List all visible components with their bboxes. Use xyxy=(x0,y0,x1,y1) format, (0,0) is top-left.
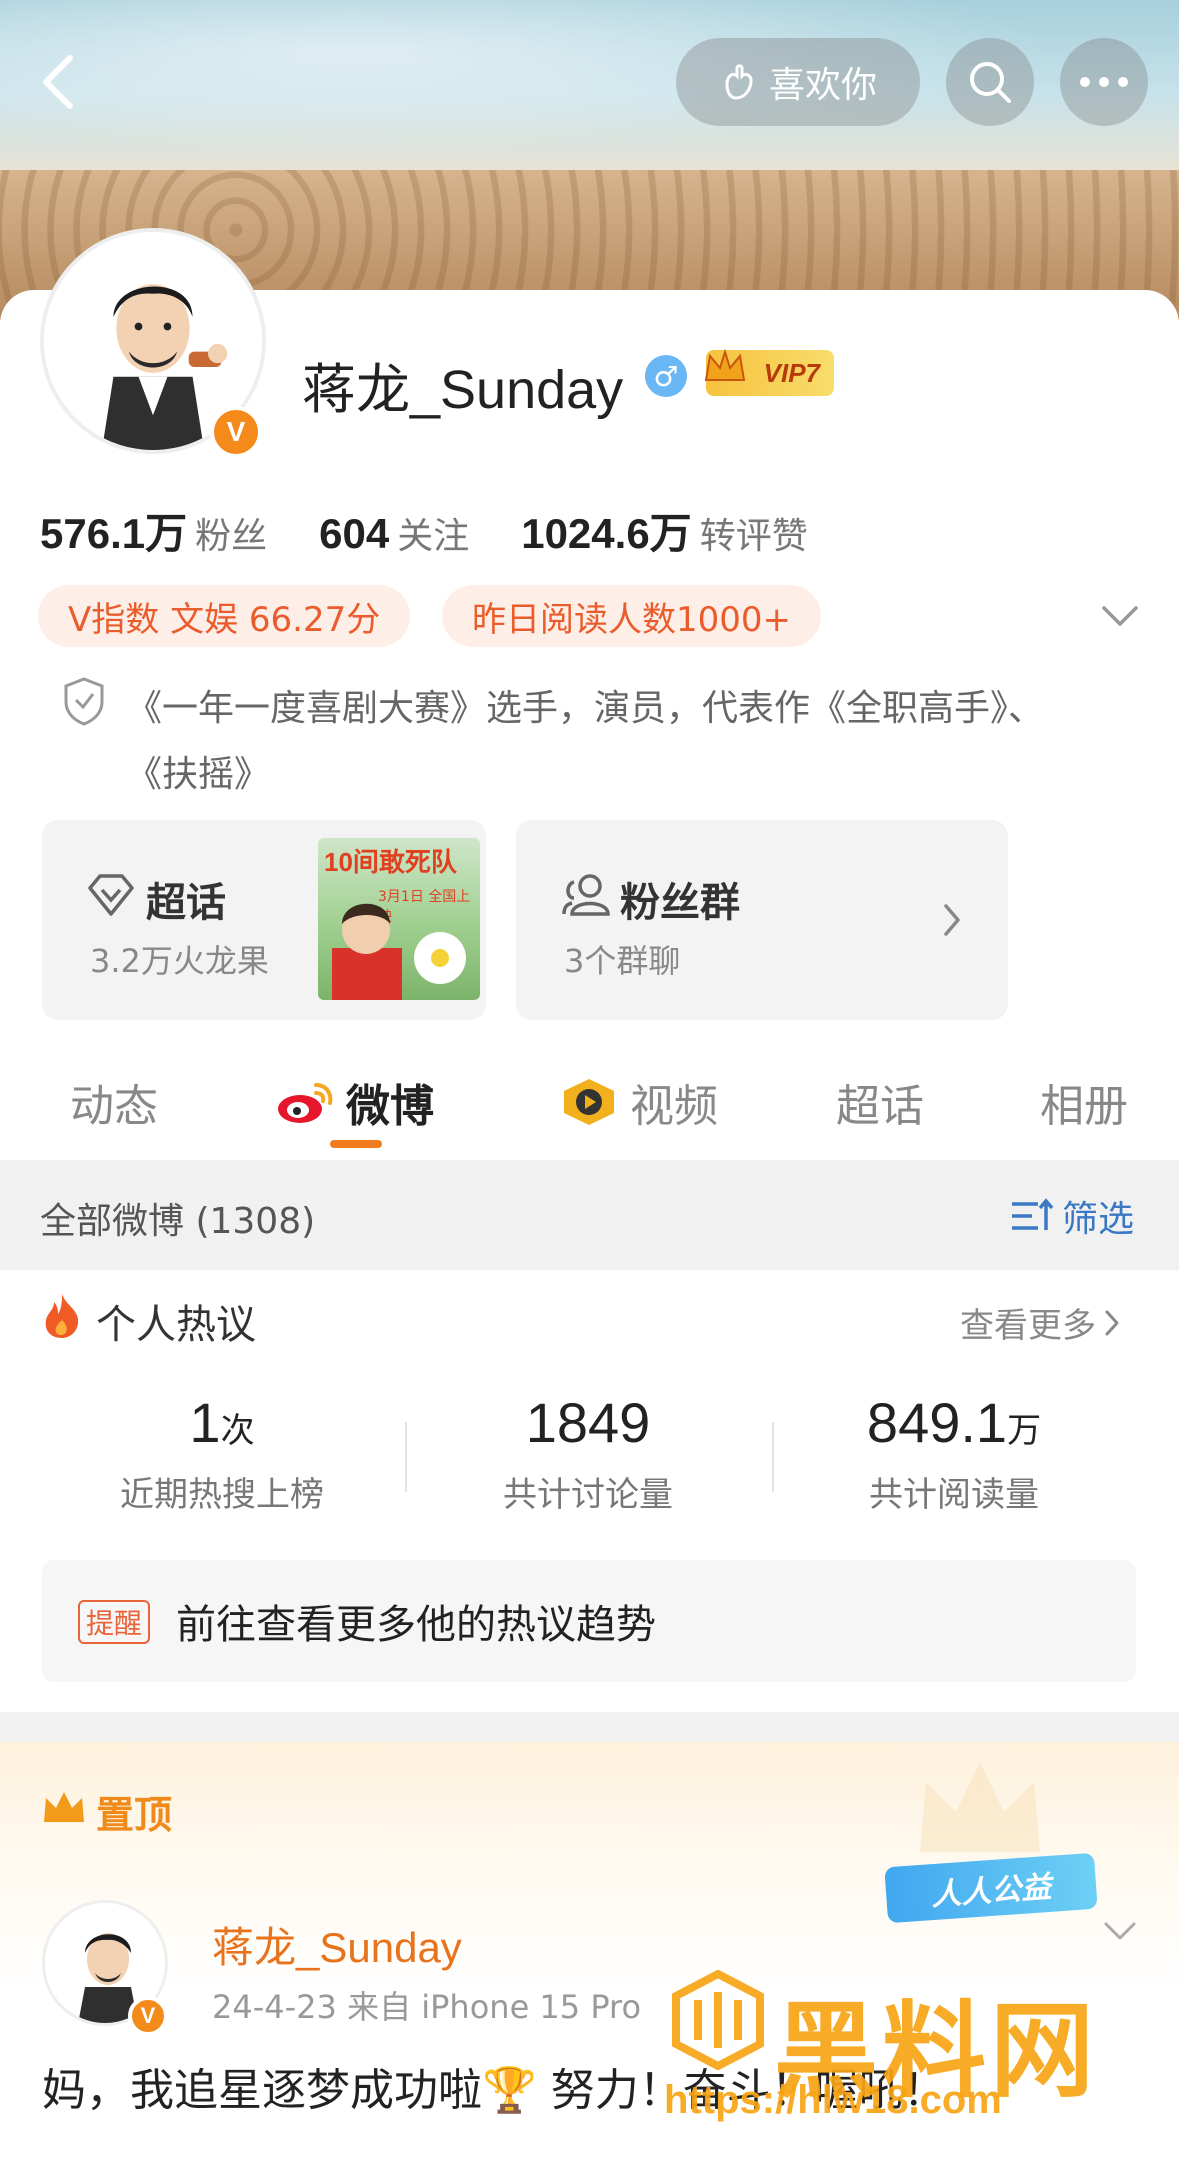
metric-discussions: 1849 共计讨论量 xyxy=(408,1390,768,1516)
more-dots-icon xyxy=(1080,77,1128,87)
weibo-logo-icon xyxy=(278,1083,333,1123)
supertopic-title: 超话 xyxy=(146,880,226,926)
chevron-left-icon xyxy=(43,55,73,109)
post-meta: 24-4-23 来自 iPhone 15 Pro xyxy=(212,1988,642,2026)
diamond-icon xyxy=(88,874,134,916)
active-tab-indicator xyxy=(330,1140,382,1148)
crown-icon xyxy=(704,348,746,381)
v-index-tag[interactable]: V指数 文娱 66.27分 xyxy=(38,585,411,647)
fan-group-title: 粉丝群 xyxy=(620,880,740,926)
group-icon xyxy=(562,874,610,916)
like-you-label: 喜欢你 xyxy=(768,65,877,106)
remind-tag: 提醒 xyxy=(78,1600,151,1644)
vip-label: VIP7 xyxy=(763,357,820,388)
metric-hot-search: 1次 近期热搜上榜 xyxy=(42,1390,402,1516)
back-button[interactable] xyxy=(28,46,88,118)
profile-bio: 《一年一度喜剧大赛》选手，演员，代表作《全职高手》、《扶摇》 xyxy=(126,688,1045,795)
chevron-right-icon xyxy=(1105,1310,1119,1335)
metric-divider xyxy=(405,1422,407,1492)
filter-label: 筛选 xyxy=(1062,1199,1135,1240)
see-more-link[interactable]: 查看更多 xyxy=(960,1298,1122,1347)
verified-badge: V xyxy=(128,1996,168,2036)
like-you-button[interactable]: 喜欢你 xyxy=(676,38,920,126)
video-play-icon xyxy=(564,1079,614,1125)
filter-bar: 全部微博 (1308) 筛选 xyxy=(0,1160,1179,1270)
metric-value: 849.1 xyxy=(866,1391,1008,1454)
male-gender-icon: ♂ xyxy=(645,355,687,397)
watermark-logo-icon xyxy=(672,1970,764,2070)
pinned-label: 置顶 xyxy=(96,1793,173,1837)
metric-unit: 万 xyxy=(1007,1411,1042,1451)
see-more-label: 查看更多 xyxy=(960,1306,1096,1346)
interactions-count: 1024.6万 xyxy=(521,510,692,557)
metric-value: 1 xyxy=(189,1391,221,1454)
watermark-overlay: 黑料网 https://hlw18.com xyxy=(664,1966,1144,2122)
watermark-url: https://hlw18.com xyxy=(664,2078,1002,2122)
hot-topic-title: 个人热议 xyxy=(96,1302,256,1348)
metric-value: 1849 xyxy=(525,1391,651,1454)
crown-icon xyxy=(44,1792,84,1822)
followers-label[interactable]: 粉丝 xyxy=(195,507,267,559)
tab-weibo[interactable]: 微博 xyxy=(276,1070,434,1134)
personal-hot-topic: 个人热议 查看更多 1次 近期热搜上榜 1849 共计讨论量 849.1万 共计… xyxy=(0,1270,1179,1710)
movie-poster[interactable]: 10间敢死队 3月1日 全国上映 xyxy=(318,838,480,1000)
metric-label: 近期热搜上榜 xyxy=(120,1475,324,1515)
post-author-name[interactable]: 蒋龙_Sunday xyxy=(212,1914,462,1975)
tab-weibo-label: 微博 xyxy=(346,1081,434,1132)
filter-icon xyxy=(1012,1198,1054,1230)
following-label[interactable]: 关注 xyxy=(397,507,469,559)
profile-tabs: 动态 微博 视频 超话 相册 xyxy=(0,1060,1179,1160)
following-count[interactable]: 604 xyxy=(319,510,389,558)
filter-button[interactable]: 筛选 xyxy=(1008,1190,1134,1242)
supertopic-sub: 3.2万火龙果 xyxy=(90,942,269,980)
supertopic-tile[interactable]: 超话 3.2万火龙果 10间敢死队 3月1日 全国上映 xyxy=(42,820,486,1020)
interactions-label: 转评赞 xyxy=(699,515,808,556)
search-icon xyxy=(970,62,1011,103)
verified-badge: V xyxy=(210,406,262,458)
search-button[interactable] xyxy=(946,38,1034,126)
more-button[interactable] xyxy=(1060,38,1148,126)
fan-group-tile[interactable]: 粉丝群 3个群聊 xyxy=(516,820,1008,1020)
background-crown-icon xyxy=(920,1762,1040,1852)
chevron-down-icon[interactable] xyxy=(1100,1912,1140,1952)
vip-badge[interactable]: VIP7 xyxy=(704,348,834,396)
shield-icon xyxy=(64,677,104,726)
flame-icon xyxy=(45,1294,79,1338)
section-gap xyxy=(0,1712,1179,1742)
hand-heart-icon xyxy=(725,64,753,100)
chevron-right-icon xyxy=(944,904,960,936)
all-weibo-count[interactable]: 全部微博 (1308) xyxy=(40,1192,315,1244)
fan-group-sub: 3个群聊 xyxy=(564,942,681,980)
tab-dynamics[interactable]: 动态 xyxy=(70,1070,158,1134)
reader-count-tag[interactable]: 昨日阅读人数1000+ xyxy=(442,585,822,647)
remind-text: 前往查看更多他的热议趋势 xyxy=(176,1602,656,1648)
profile-name: 蒋龙_Sunday xyxy=(302,360,624,420)
metric-reads: 849.1万 共计阅读量 xyxy=(774,1390,1134,1516)
tab-album[interactable]: 相册 xyxy=(1040,1070,1128,1134)
profile-stats: 576.1万 粉丝 604 关注 1024.6万 转评赞 xyxy=(40,500,860,561)
poster-figure-icon xyxy=(332,903,466,1000)
metric-label: 共计讨论量 xyxy=(503,1475,673,1515)
remind-banner[interactable]: 提醒 前往查看更多他的热议趋势 xyxy=(42,1560,1136,1682)
charity-badge[interactable]: 人人公益 xyxy=(884,1852,1098,1924)
tab-video-label: 视频 xyxy=(630,1081,718,1132)
tab-supertopic[interactable]: 超话 xyxy=(836,1070,924,1134)
tab-video[interactable]: 视频 xyxy=(560,1070,718,1134)
followers-count[interactable]: 576.1万 xyxy=(40,500,187,561)
metric-unit: 次 xyxy=(220,1411,255,1451)
chevron-down-icon[interactable] xyxy=(1098,594,1142,638)
metric-label: 共计阅读量 xyxy=(869,1475,1039,1515)
